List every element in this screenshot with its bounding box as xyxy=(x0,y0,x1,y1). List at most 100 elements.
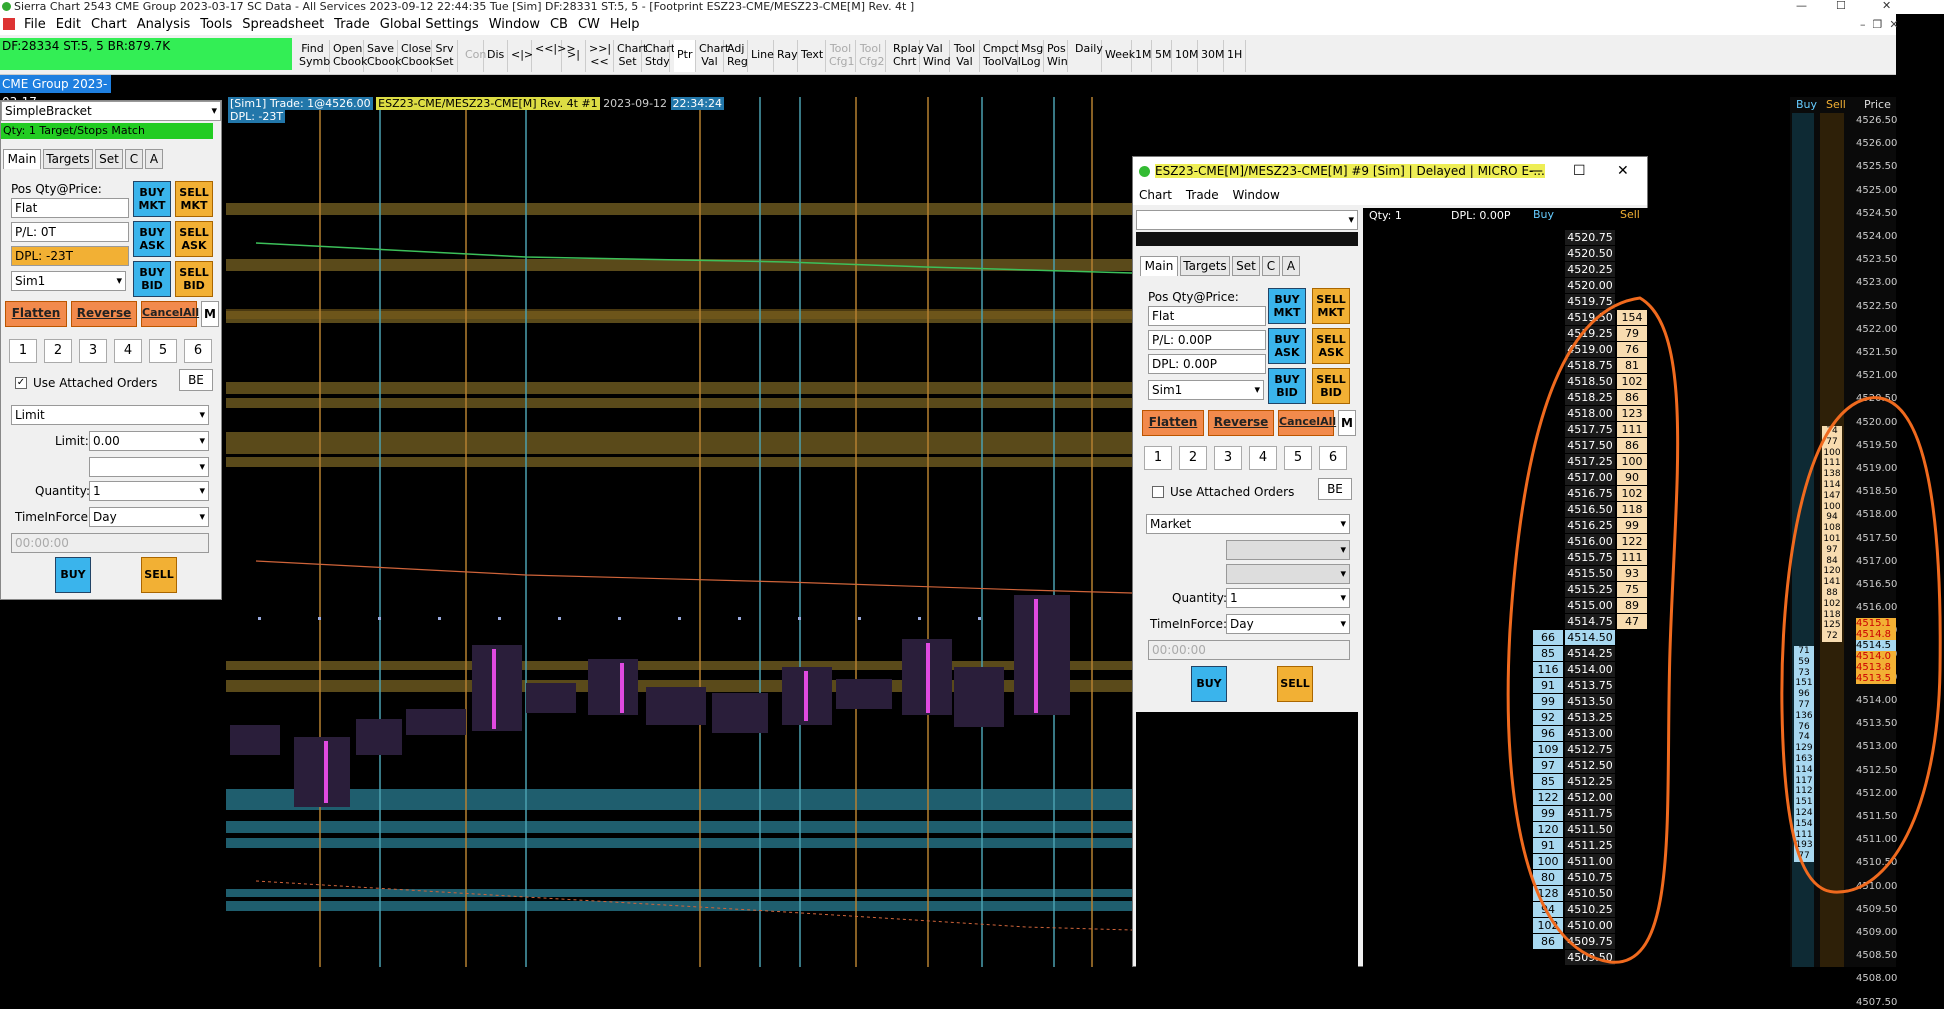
time-input[interactable]: 00:00:00 xyxy=(11,533,209,553)
menu-window[interactable]: Window xyxy=(484,14,545,35)
popup-reverse-button[interactable]: Reverse xyxy=(1208,410,1274,436)
toolbar-con-button[interactable]: Con xyxy=(462,40,486,72)
dom-price-cell[interactable]: 4520.25 xyxy=(1565,262,1615,277)
toolbar-chart-set-button[interactable]: Chart Set xyxy=(614,40,647,72)
quantity-select[interactable]: 1 xyxy=(89,481,209,501)
toolbar-msg-log-button[interactable]: Msg Log xyxy=(1018,40,1044,72)
popup-time-input[interactable]: 00:00:00 xyxy=(1148,640,1350,660)
toolbar-open-cbook-button[interactable]: Open Cbook xyxy=(330,40,368,72)
popup-cancel-all-button[interactable]: CancelAll xyxy=(1278,410,1336,436)
popup-menu-chart[interactable]: Chart xyxy=(1139,188,1172,202)
menu-cb[interactable]: CB xyxy=(545,14,573,35)
flatten-button[interactable]: Flatten xyxy=(5,301,67,327)
limit-input[interactable]: 0.00 xyxy=(89,431,209,451)
popup-buy-ask-button[interactable]: BUY ASK xyxy=(1268,328,1306,364)
popup-be-button[interactable]: BE xyxy=(1318,478,1352,500)
minimize-button[interactable]: — xyxy=(1796,0,1807,12)
popup-limit2-select[interactable] xyxy=(1226,564,1350,584)
popup-tab-main[interactable]: Main xyxy=(1140,256,1178,276)
popup-flatten-button[interactable]: Flatten xyxy=(1142,410,1204,436)
tif-select[interactable]: Day xyxy=(89,507,209,527)
popup-sell-button[interactable]: SELL xyxy=(1277,666,1313,702)
toolbar-tool-cfg1-button[interactable]: Tool Cfg1 xyxy=(826,40,856,72)
toolbar-chart-stdy-button[interactable]: Chart Stdy xyxy=(642,40,675,72)
maximize-button[interactable]: ☐ xyxy=(1836,0,1846,12)
toolbar-1m-button[interactable]: 1M xyxy=(1132,40,1152,72)
dom-sell-cell[interactable] xyxy=(1617,262,1647,277)
toolbar-adj-reg-button[interactable]: Adj Reg xyxy=(724,40,748,72)
left-tab-c[interactable]: C xyxy=(125,149,143,169)
toolbar-ptr-button[interactable]: Ptr xyxy=(674,40,696,72)
menu-file[interactable]: File xyxy=(19,14,51,35)
popup-sell-mkt-button[interactable]: SELL MKT xyxy=(1312,288,1350,324)
popup-tif-select[interactable]: Day xyxy=(1226,614,1350,634)
dom-sell-cell[interactable] xyxy=(1617,246,1647,261)
popup-tab-a[interactable]: A xyxy=(1282,256,1300,276)
toolbar-scroll-rl-button[interactable]: >|< xyxy=(562,40,586,87)
left-qty-preset-6[interactable]: 6 xyxy=(184,339,212,363)
popup-qty-preset-5[interactable]: 5 xyxy=(1284,446,1312,470)
toolbar-chart-val-button[interactable]: Chart Val xyxy=(696,40,729,72)
popup-tab-set[interactable]: Set xyxy=(1232,256,1260,276)
popup-qty-preset-4[interactable]: 4 xyxy=(1249,446,1277,470)
left-tab-main[interactable]: Main xyxy=(3,149,41,169)
popup-minimize-button[interactable]: — xyxy=(1529,157,1543,185)
dom-sell-cell[interactable] xyxy=(1617,230,1647,245)
menu-trade[interactable]: Trade xyxy=(329,14,375,35)
dom-buy-cell[interactable] xyxy=(1533,262,1563,277)
limit2-select[interactable] xyxy=(89,457,209,477)
popup-m-button[interactable]: M xyxy=(1338,410,1356,436)
dom-row[interactable]: 4520.25 xyxy=(1363,262,1648,278)
popup-sell-bid-button[interactable]: SELL BID xyxy=(1312,368,1350,404)
left-tab-set[interactable]: Set xyxy=(95,149,123,169)
m-button[interactable]: M xyxy=(201,301,219,327)
toolbar-daily-button[interactable]: Daily xyxy=(1072,40,1103,72)
toolbar-dis-button[interactable]: Dis xyxy=(484,40,508,72)
popup-qty-preset-2[interactable]: 2 xyxy=(1179,446,1207,470)
menu-help[interactable]: Help xyxy=(605,14,645,35)
toolbar-1h-button[interactable]: 1H xyxy=(1224,40,1246,72)
dom-row[interactable]: 4520.75 xyxy=(1363,230,1648,246)
toolbar-srv-set-button[interactable]: Srv Set xyxy=(432,40,458,72)
menu-analysis[interactable]: Analysis xyxy=(132,14,196,35)
popup-sell-ask-button[interactable]: SELL ASK xyxy=(1312,328,1350,364)
popup-maximize-button[interactable]: ☐ xyxy=(1573,157,1586,185)
popup-limit-select[interactable] xyxy=(1226,540,1350,560)
menu-edit[interactable]: Edit xyxy=(51,14,86,35)
menu-chart[interactable]: Chart xyxy=(86,14,132,35)
toolbar-10m-button[interactable]: 10M xyxy=(1172,40,1199,72)
sell-mkt-button[interactable]: SELL MKT xyxy=(175,181,213,217)
toolbar-scroll-ll-button[interactable]: <<|>> xyxy=(532,40,576,72)
toolbar-scroll-l-button[interactable]: <|> xyxy=(508,40,533,72)
popup-account-select[interactable]: Sim1 xyxy=(1148,380,1264,400)
toolbar-30m-button[interactable]: 30M xyxy=(1198,40,1225,72)
popup-menu-trade[interactable]: Trade xyxy=(1186,188,1219,202)
menu-tools[interactable]: Tools xyxy=(195,14,237,35)
buy-button[interactable]: BUY xyxy=(55,557,91,593)
dom-buy-cell[interactable] xyxy=(1533,230,1563,245)
reverse-button[interactable]: Reverse xyxy=(71,301,137,327)
buy-ask-button[interactable]: BUY ASK xyxy=(133,221,171,257)
dom-row[interactable]: 4520.50 xyxy=(1363,246,1648,262)
sell-bid-button[interactable]: SELL BID xyxy=(175,261,213,297)
menu-spreadsheet[interactable]: Spreadsheet xyxy=(237,14,329,35)
mdi-window-controls[interactable]: – ❐ ✕ xyxy=(1860,14,1899,35)
popup-buy-mkt-button[interactable]: BUY MKT xyxy=(1268,288,1306,324)
popup-tab-targets[interactable]: Targets xyxy=(1180,256,1230,276)
left-qty-preset-5[interactable]: 5 xyxy=(149,339,177,363)
left-qty-preset-2[interactable]: 2 xyxy=(44,339,72,363)
popup-qty-preset-3[interactable]: 3 xyxy=(1214,446,1242,470)
popup-buy-button[interactable]: BUY xyxy=(1191,666,1227,702)
sell-ask-button[interactable]: SELL ASK xyxy=(175,221,213,257)
popup-close-button[interactable]: ✕ xyxy=(1617,157,1629,185)
popup-menu-window[interactable]: Window xyxy=(1233,188,1280,202)
left-qty-preset-3[interactable]: 3 xyxy=(79,339,107,363)
bracket-select[interactable]: SimpleBracket xyxy=(1,101,221,121)
dom-buy-cell[interactable] xyxy=(1533,246,1563,261)
toolbar-tool-cfg2-button[interactable]: Tool Cfg2 xyxy=(856,40,886,72)
toolbar-cmpct-toolval-button[interactable]: Cmpct ToolVal xyxy=(980,40,1021,72)
toolbar-5m-button[interactable]: 5M xyxy=(1152,40,1172,72)
left-qty-preset-1[interactable]: 1 xyxy=(9,339,37,363)
buy-mkt-button[interactable]: BUY MKT xyxy=(133,181,171,217)
chartbook-tab[interactable]: CME Group 2023-03-17 xyxy=(0,75,111,109)
